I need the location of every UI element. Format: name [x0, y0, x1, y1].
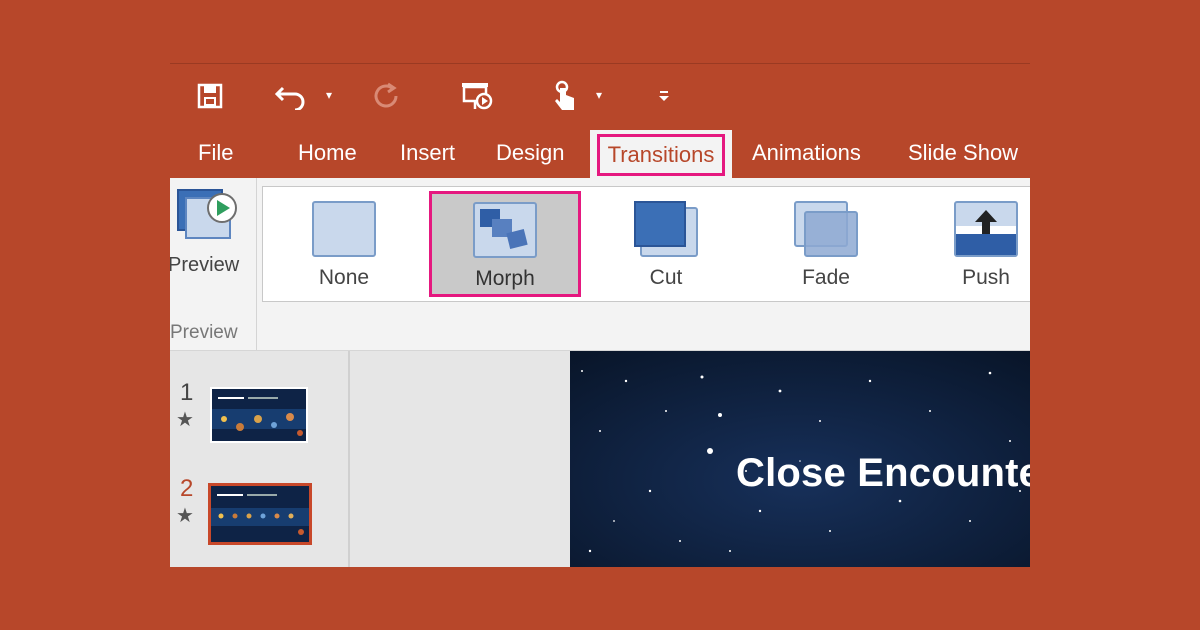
slide-thumbnail-1[interactable]: [210, 387, 308, 443]
touch-mode-dropdown-icon[interactable]: ▾: [596, 88, 602, 102]
transition-none[interactable]: None: [269, 190, 419, 298]
tab-slide-show[interactable]: Slide Show: [908, 128, 1018, 178]
transition-gallery: None Morph Cut Fade Push: [262, 186, 1030, 302]
tab-design[interactable]: Design: [496, 128, 564, 178]
slide-thumbnail-preview: [211, 486, 309, 542]
ribbon: Preview Preview None Morph Cut Fade Push: [170, 178, 1030, 351]
redo-icon[interactable]: [370, 78, 402, 114]
tab-animations[interactable]: Animations: [752, 128, 861, 178]
undo-dropdown-icon[interactable]: ▾: [326, 88, 332, 102]
slide-title[interactable]: Close Encounte: [736, 451, 1030, 496]
slide-thumbnail-preview: [212, 389, 306, 441]
transition-label: Morph: [475, 267, 535, 290]
touch-mode-icon[interactable]: [550, 78, 580, 114]
customize-qat-icon[interactable]: [654, 78, 674, 114]
save-icon[interactable]: [194, 78, 226, 114]
animation-star-icon: ★: [176, 409, 194, 431]
animation-star-icon: ★: [176, 505, 194, 527]
preview-button-label: Preview: [170, 254, 240, 276]
transition-label: Fade: [802, 266, 850, 289]
tab-insert[interactable]: Insert: [400, 128, 455, 178]
tab-transitions[interactable]: Transitions: [590, 130, 732, 178]
transition-cut[interactable]: Cut: [591, 190, 741, 298]
transition-push[interactable]: Push: [911, 190, 1030, 298]
current-slide[interactable]: Close Encounte: [570, 351, 1030, 567]
transition-morph[interactable]: Morph: [429, 191, 581, 297]
preview-icon: [177, 189, 237, 239]
slide-thumbnail-panel: 1 ★ 2 ★: [170, 351, 350, 567]
quick-access-toolbar: ▾ ▾: [170, 64, 1030, 128]
tab-transitions-label: Transitions: [596, 134, 726, 176]
push-transition-icon: [954, 201, 1018, 257]
tab-home[interactable]: Home: [298, 128, 357, 178]
none-transition-icon: [312, 201, 376, 257]
powerpoint-window: ▾ ▾ File Home Insert Design Transitions …: [170, 63, 1030, 567]
cut-transition-icon: [634, 201, 698, 257]
preview-button[interactable]: Preview: [170, 178, 254, 288]
slide-canvas: Close Encounte: [350, 351, 1030, 567]
start-from-beginning-icon[interactable]: [458, 78, 498, 114]
transition-fade[interactable]: Fade: [751, 190, 901, 298]
fade-transition-icon: [794, 201, 858, 257]
transition-label: None: [318, 266, 370, 289]
slide-number: 2: [180, 475, 194, 502]
transition-label: Cut: [649, 266, 683, 289]
slide-thumbnail-2[interactable]: [208, 483, 312, 545]
preview-group: Preview Preview: [170, 178, 257, 350]
transition-label: Push: [962, 266, 1010, 289]
morph-transition-icon: [473, 202, 537, 258]
slide-number: 1: [180, 379, 194, 406]
undo-icon[interactable]: [274, 78, 308, 114]
preview-group-label: Preview: [170, 322, 238, 343]
ribbon-tabs: File Home Insert Design Transitions Anim…: [170, 128, 1030, 178]
tab-file[interactable]: File: [198, 128, 233, 178]
